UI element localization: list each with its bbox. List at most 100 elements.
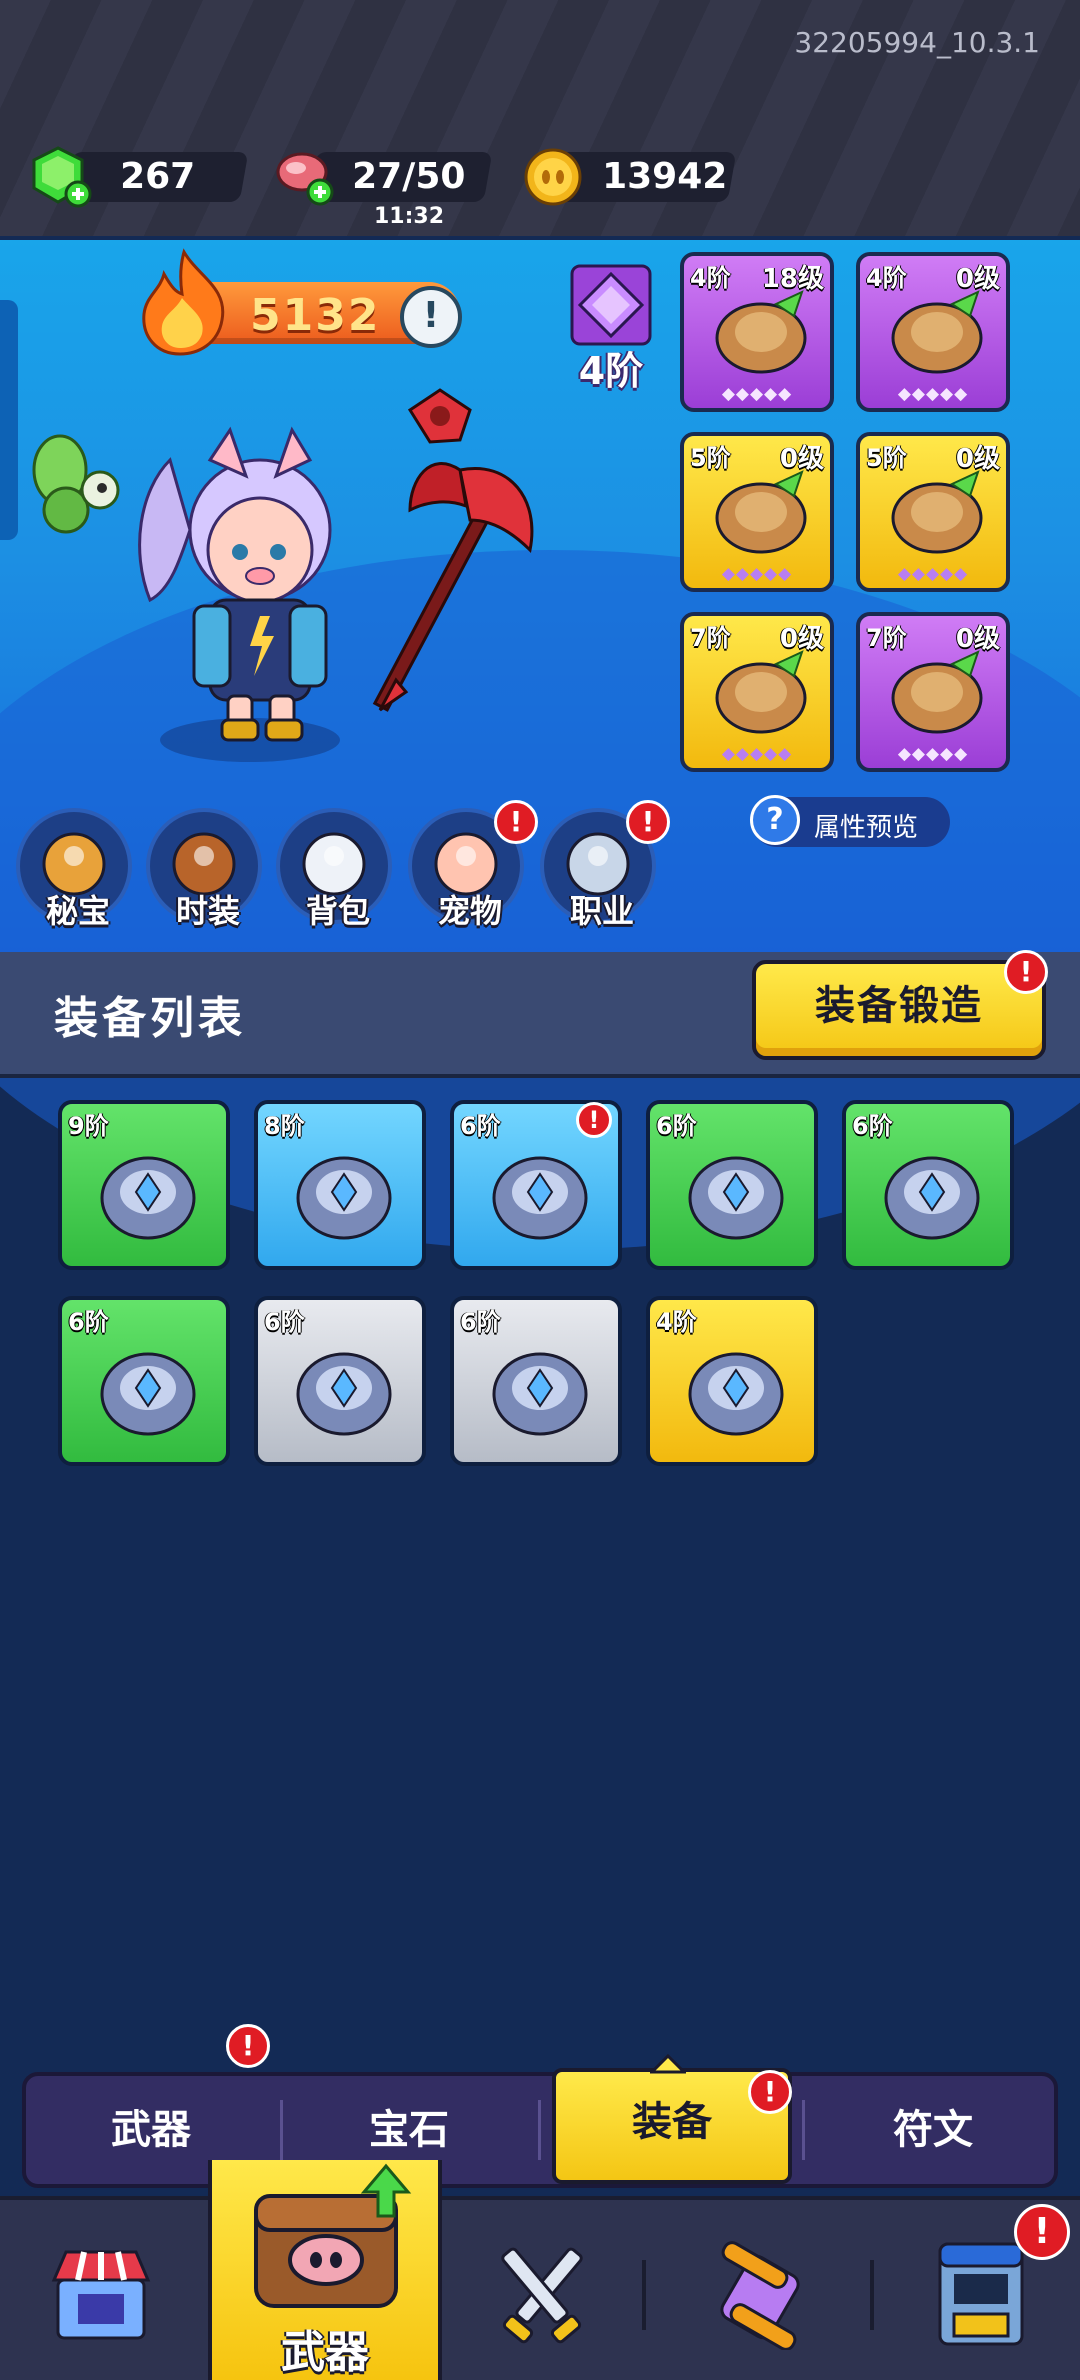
- slot-stars: ◆◆◆◆◆: [897, 384, 969, 404]
- bottom-navigation: 武器 !: [0, 2160, 1080, 2380]
- item-tier: 6阶: [656, 1112, 697, 1140]
- slot-level: 0级: [955, 624, 1000, 654]
- equipment-item[interactable]: 6阶: [646, 1100, 818, 1270]
- gold-bracer-icon: [296, 1156, 392, 1240]
- coin-icon: [524, 148, 582, 206]
- slot-level: 0级: [779, 444, 824, 474]
- equipment-item[interactable]: 9阶: [58, 1100, 230, 1270]
- shortcut-label: 职业: [569, 892, 634, 930]
- item-tier: 6阶: [68, 1308, 109, 1336]
- item-tier: 6阶: [852, 1112, 893, 1140]
- shortcut-label: 时装: [175, 892, 240, 930]
- equipment-item[interactable]: 4阶: [646, 1296, 818, 1466]
- attribute-preview-label: 属性预览: [814, 813, 919, 843]
- axe-weapon-icon[interactable]: [370, 380, 550, 730]
- equipment-list-title: 装备列表: [54, 993, 246, 1044]
- item-tier: 6阶: [460, 1112, 501, 1140]
- equipment-item[interactable]: 6阶: [450, 1296, 622, 1466]
- armor-icon: [715, 470, 807, 554]
- tab-divider: [538, 2100, 541, 2160]
- item-alert-icon: !: [576, 1102, 612, 1138]
- forge-button-label: 装备锻造: [815, 983, 983, 1029]
- gem-icon: [32, 146, 92, 208]
- slot-tier: 5阶: [866, 444, 907, 472]
- item-tier: 6阶: [460, 1308, 501, 1336]
- tab-rune[interactable]: 符文: [808, 2076, 1058, 2184]
- tab-divider: [802, 2100, 805, 2160]
- item-tier: 9阶: [68, 1112, 109, 1140]
- side-pull-tab[interactable]: [0, 300, 18, 540]
- item-tier: 4阶: [656, 1308, 697, 1336]
- pants-icon: [492, 1352, 588, 1436]
- meat-icon: [276, 152, 334, 206]
- slot-level: 0级: [955, 444, 1000, 474]
- slot-level: 0级: [955, 264, 1000, 294]
- shortcut-label: 背包: [305, 892, 370, 930]
- slot-stars: ◆◆◆◆◆: [721, 744, 793, 764]
- hero-tier-badge[interactable]: 4阶: [568, 260, 654, 393]
- hat-icon: [715, 290, 807, 374]
- version-label: 32205994_10.3.1: [794, 26, 1040, 59]
- boots-icon: [891, 650, 983, 734]
- nav-separator: [870, 2260, 874, 2330]
- nav-weapon-label: 武器: [281, 2327, 369, 2378]
- equip-slot[interactable]: 5阶 0级 ◆◆◆◆◆: [680, 432, 834, 592]
- item-tier: 6阶: [264, 1308, 305, 1336]
- shortcut-alert-icon: !: [494, 800, 538, 844]
- weapon-chest-icon: [254, 2163, 412, 2308]
- purple-armor-icon: [100, 1156, 196, 1240]
- shortcut-2[interactable]: 背包: [276, 808, 392, 930]
- slot-tier: 5阶: [690, 444, 731, 472]
- shortcut-label: 秘宝: [45, 892, 110, 930]
- shop-icon: [51, 2250, 151, 2340]
- equip-slot[interactable]: 4阶 18级 ◆◆◆◆◆: [680, 252, 834, 412]
- amulet-icon: [492, 1156, 588, 1240]
- pants-icon: [715, 650, 807, 734]
- tab-equipment-alert-icon: !: [748, 2070, 792, 2114]
- equipment-forge-button[interactable]: 装备锻造: [752, 960, 1046, 1060]
- equip-slot[interactable]: 7阶 0级 ◆◆◆◆◆: [680, 612, 834, 772]
- scroll-icon: [720, 2241, 800, 2350]
- equipment-sub-tabs: 武器 宝石 装备 符文: [22, 2068, 1058, 2188]
- amulet-icon: [296, 1352, 392, 1436]
- equipment-item[interactable]: 6阶: [254, 1296, 426, 1466]
- equip-slot[interactable]: 4阶 0级 ◆◆◆◆◆: [856, 252, 1010, 412]
- top-resource-bar: 32205994_10.3.1 267 27/50 11:32 13942: [0, 0, 1080, 236]
- equip-slot[interactable]: 5阶 0级 ◆◆◆◆◆: [856, 432, 1010, 592]
- nav-shop[interactable]: [0, 2200, 200, 2380]
- nav-scroll[interactable]: [660, 2200, 860, 2380]
- shortcut-0[interactable]: 秘宝: [16, 808, 132, 930]
- stamina-value: 27/50: [352, 156, 466, 197]
- purple-diamond-icon: [570, 264, 652, 346]
- slot-level: 0级: [779, 624, 824, 654]
- hero-character[interactable]: [110, 420, 370, 780]
- slot-stars: ◆◆◆◆◆: [721, 564, 793, 584]
- shortcut-1[interactable]: 时装: [146, 808, 262, 930]
- slot-tier: 4阶: [866, 264, 907, 292]
- nav-weapon[interactable]: 武器: [208, 2160, 442, 2380]
- equipment-item[interactable]: 8阶: [254, 1100, 426, 1270]
- gem-value: 267: [120, 156, 196, 197]
- attribute-preview-button[interactable]: ? 属性预览: [750, 795, 950, 847]
- hero-tier-label: 4阶: [578, 349, 644, 393]
- forge-alert-icon: !: [1004, 950, 1048, 994]
- nav-arcade[interactable]: !: [880, 2200, 1080, 2380]
- nav-battle[interactable]: [440, 2200, 640, 2380]
- equip-slot[interactable]: 7阶 0级 ◆◆◆◆◆: [856, 612, 1010, 772]
- leaf-armor-icon: [688, 1156, 784, 1240]
- stamina-timer: 11:32: [374, 204, 445, 229]
- slot-tier: 7阶: [690, 624, 731, 652]
- equipment-list-header: 装备列表 装备锻造 !: [0, 950, 1080, 1078]
- slot-tier: 7阶: [866, 624, 907, 652]
- flame-icon: [142, 248, 225, 356]
- question-icon: ?: [750, 795, 800, 845]
- bracer-icon: [891, 470, 983, 554]
- slot-level: 18级: [761, 264, 824, 294]
- power-info-icon[interactable]: !: [400, 286, 462, 348]
- pants-icon: [100, 1352, 196, 1436]
- crossed-swords-icon: [501, 2247, 583, 2344]
- boots-icon: [688, 1352, 784, 1436]
- equipment-item[interactable]: 6阶: [58, 1296, 230, 1466]
- equipment-item[interactable]: 6阶: [842, 1100, 1014, 1270]
- shortcut-alert-icon: !: [626, 800, 670, 844]
